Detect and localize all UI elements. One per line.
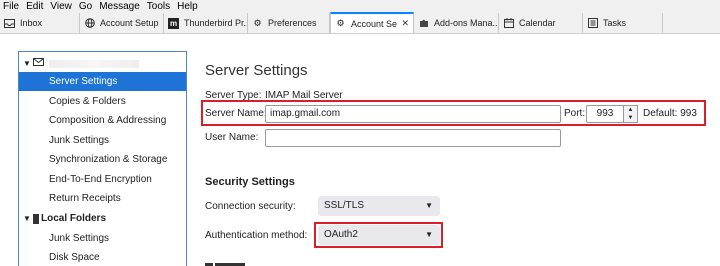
mail-icon [33, 54, 45, 73]
account-row[interactable]: ▼ [19, 54, 186, 73]
user-name-label: User Name: [205, 132, 259, 143]
security-settings-heading: Security Settings [205, 176, 295, 188]
tree-item-copies-folders[interactable]: Copies & Folders [19, 92, 186, 111]
tab-label: Calendar [519, 18, 556, 28]
globe-icon [84, 17, 95, 29]
tasks-icon [587, 17, 598, 29]
chevron-down-icon[interactable]: ▼ [23, 209, 33, 228]
tree-item-composition[interactable]: Composition & Addressing [19, 111, 186, 130]
auth-method-label: Authentication method: [205, 230, 308, 241]
server-settings-panel: Server Settings Server Type: IMAP Mail S… [201, 52, 720, 266]
tab-addons[interactable]: Add-ons Mana... [414, 13, 499, 33]
tab-account-setup[interactable]: Account Setup [80, 13, 164, 33]
tab-label: Account Se [351, 18, 398, 29]
tree-item-junk-settings[interactable]: Junk Settings [19, 131, 186, 150]
tree-item-sync-storage[interactable]: Synchronization & Storage [19, 150, 186, 169]
local-folders-label: Local Folders [41, 213, 107, 224]
highlight-box-server [201, 100, 706, 126]
menu-edit[interactable]: Edit [26, 1, 43, 13]
user-name-field[interactable] [265, 129, 561, 147]
tab-inbox[interactable]: Inbox [0, 13, 80, 33]
gear-icon: ⚙ [336, 18, 345, 28]
tree-item-local-junk[interactable]: Junk Settings [19, 229, 186, 248]
close-icon[interactable]: ✕ [401, 18, 409, 29]
calendar-icon [503, 17, 514, 29]
highlight-box-auth [314, 222, 443, 248]
chevron-down-icon: ▼ [425, 201, 433, 210]
menu-go[interactable]: Go [79, 1, 92, 13]
tab-label: Thunderbird Pr... [184, 18, 248, 28]
tab-preferences[interactable]: ⚙ Preferences [248, 13, 330, 33]
folder-icon [33, 213, 39, 224]
tab-label: Account Setup [100, 18, 159, 28]
chevron-down-icon[interactable]: ▼ [23, 54, 33, 73]
tree-item-server-settings[interactable]: Server Settings [19, 72, 186, 91]
tab-label: Tasks [603, 18, 627, 28]
connection-security-value: SSL/TLS [324, 200, 365, 211]
menu-view[interactable]: View [50, 1, 72, 13]
connection-security-select[interactable]: SSL/TLS ▼ [318, 196, 440, 216]
tab-thunderbird[interactable]: m Thunderbird Pr... [164, 13, 248, 33]
tab-account-settings[interactable]: ⚙ Account Se ✕ [330, 12, 414, 33]
tab-calendar[interactable]: Calendar [499, 13, 583, 33]
tree-item-return-receipts[interactable]: Return Receipts [19, 189, 186, 208]
gear-icon: ⚙ [253, 17, 262, 28]
tab-label: Add-ons Mana... [434, 18, 499, 28]
page-title: Server Settings [205, 62, 308, 79]
tab-label: Inbox [20, 18, 43, 28]
tab-bar: Inbox Account Setup m Thunderbird Pr... … [0, 12, 720, 34]
redacted-account-name [49, 59, 139, 68]
inbox-icon [4, 18, 15, 29]
account-tree: ▼ Server Settings Copies & Folders Compo… [18, 51, 187, 266]
menu-tools[interactable]: Tools [147, 1, 170, 13]
connection-security-label: Connection security: [205, 201, 296, 212]
tree-item-disk-space[interactable]: Disk Space [19, 248, 186, 266]
puzzle-icon [418, 18, 429, 29]
menu-file[interactable]: File [3, 1, 19, 13]
menu-message[interactable]: Message [99, 1, 140, 13]
tree-item-e2e-encryption[interactable]: End-To-End Encryption [19, 170, 186, 189]
tab-tasks[interactable]: Tasks [583, 13, 663, 33]
menu-help[interactable]: Help [177, 1, 198, 13]
local-folders-row[interactable]: ▼ Local Folders [19, 209, 186, 228]
m-logo-icon: m [168, 17, 179, 29]
tab-label: Preferences [268, 18, 317, 28]
